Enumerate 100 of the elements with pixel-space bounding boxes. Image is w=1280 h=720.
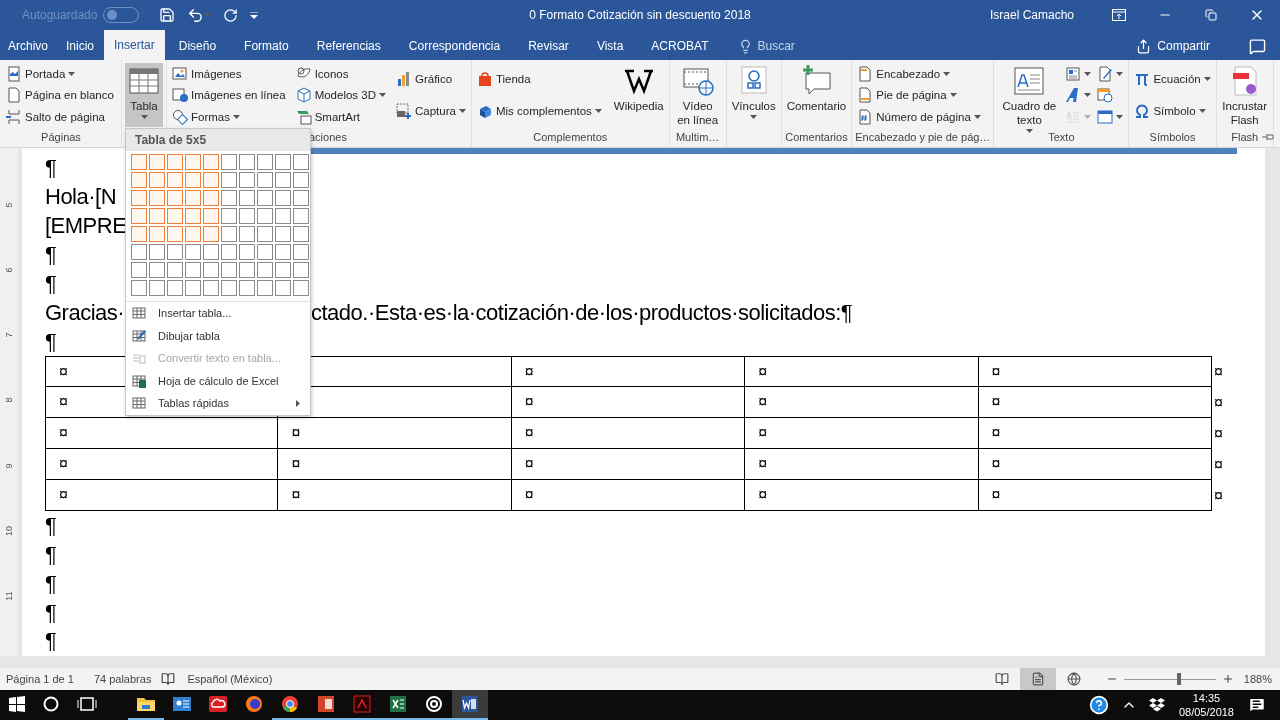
grid-cell[interactable] xyxy=(131,262,147,278)
grid-cell[interactable] xyxy=(203,244,219,260)
undo-button[interactable] xyxy=(187,6,212,24)
ribbon-large-button[interactable]: Tabla xyxy=(125,63,163,127)
ribbon-button[interactable]: Portada xyxy=(4,63,116,85)
grid-cell[interactable] xyxy=(257,208,273,224)
grid-cell[interactable] xyxy=(275,280,291,296)
grid-cell[interactable] xyxy=(167,154,183,170)
grid-cell[interactable] xyxy=(257,280,273,296)
grid-cell[interactable] xyxy=(167,244,183,260)
grid-cell[interactable] xyxy=(293,154,309,170)
redo-button[interactable] xyxy=(223,7,239,23)
grid-cell[interactable] xyxy=(293,244,309,260)
ribbon-tab[interactable]: Vista xyxy=(582,32,638,60)
ribbon-button[interactable]: Mis complementos xyxy=(474,100,604,122)
grid-cell[interactable] xyxy=(203,154,219,170)
grid-cell[interactable] xyxy=(149,154,165,170)
grid-cell[interactable] xyxy=(149,262,165,278)
ribbon-button[interactable]: Encabezado xyxy=(855,63,983,85)
grid-cell[interactable] xyxy=(257,244,273,260)
grid-cell[interactable] xyxy=(257,172,273,188)
customize-button[interactable] xyxy=(250,11,259,19)
ribbon-tab[interactable]: Referencias xyxy=(302,32,395,60)
ribbon-large-button[interactable]: Comentario xyxy=(784,63,849,127)
grid-cell[interactable] xyxy=(275,226,291,242)
grid-cell[interactable] xyxy=(239,280,255,296)
share-button[interactable]: Compartir xyxy=(1130,37,1216,55)
grid-cell[interactable] xyxy=(257,226,273,242)
grid-cell[interactable] xyxy=(167,226,183,242)
ribbon-tab[interactable]: Archivo xyxy=(0,32,56,60)
pin-icon[interactable] xyxy=(1262,133,1274,141)
menu-item[interactable]: Insertar tabla... xyxy=(126,302,310,325)
grid-cell[interactable] xyxy=(257,190,273,206)
grid-cell[interactable] xyxy=(293,262,309,278)
menu-item[interactable]: Dibujar tabla xyxy=(126,324,310,347)
grid-cell[interactable] xyxy=(203,280,219,296)
grid-cell[interactable] xyxy=(149,226,165,242)
clock[interactable]: 14:35 08/05/2018 xyxy=(1178,691,1234,719)
dropbox-icon[interactable] xyxy=(1148,698,1165,712)
ribbon-button[interactable]: Imágenes en línea xyxy=(170,84,288,106)
page-count[interactable]: Página 1 de 1 xyxy=(6,673,74,685)
ribbon-button[interactable]: Pie de página xyxy=(855,84,983,106)
proofing-icon[interactable] xyxy=(161,672,176,686)
grid-cell[interactable] xyxy=(239,262,255,278)
zoom-thumb[interactable] xyxy=(1177,673,1182,685)
grid-cell[interactable] xyxy=(221,262,237,278)
grid-cell[interactable] xyxy=(221,280,237,296)
grid-cell[interactable] xyxy=(293,226,309,242)
grid-cell[interactable] xyxy=(239,154,255,170)
ribbon-tab[interactable]: Formato xyxy=(230,32,303,60)
grid-cell[interactable] xyxy=(149,190,165,206)
grid-cell[interactable] xyxy=(131,244,147,260)
ribbon-tab[interactable]: Inicio xyxy=(56,32,105,60)
grid-cell[interactable] xyxy=(221,172,237,188)
grid-cell[interactable] xyxy=(257,154,273,170)
grid-cell[interactable] xyxy=(293,208,309,224)
ribbon-large-button[interactable]: Wikipedia xyxy=(611,63,666,127)
grid-cell[interactable] xyxy=(221,226,237,242)
ribbon-button[interactable]: Página en blanco xyxy=(4,84,116,106)
grid-cell[interactable] xyxy=(275,262,291,278)
ribbon-button[interactable]: SmartArt xyxy=(293,106,388,128)
ribbon-tab[interactable]: Revisar xyxy=(514,32,583,60)
grid-cell[interactable] xyxy=(185,190,201,206)
grid-cell[interactable] xyxy=(203,226,219,242)
grid-cell[interactable] xyxy=(221,208,237,224)
grid-cell[interactable] xyxy=(203,190,219,206)
grid-cell[interactable] xyxy=(293,280,309,296)
grid-cell[interactable] xyxy=(167,208,183,224)
ribbon-large-button[interactable]: Vínculos xyxy=(729,63,778,127)
word-count[interactable]: 74 palabras xyxy=(93,673,152,685)
grid-cell[interactable] xyxy=(131,190,147,206)
ribbon-tab[interactable]: Diseño xyxy=(164,32,231,60)
ribbon-button[interactable]: Imágenes xyxy=(170,63,288,85)
grid-cell[interactable] xyxy=(275,190,291,206)
grid-cell[interactable] xyxy=(257,262,273,278)
grid-cell[interactable] xyxy=(239,190,255,206)
grid-cell[interactable] xyxy=(203,208,219,224)
search-field[interactable]: Buscar xyxy=(738,32,795,60)
ribbon-button[interactable]: Modelos 3D xyxy=(293,84,388,106)
ribbon-tab[interactable]: Insertar xyxy=(104,30,165,60)
grid-cell[interactable] xyxy=(131,280,147,296)
grid-cell[interactable] xyxy=(203,262,219,278)
grid-cell[interactable] xyxy=(149,280,165,296)
grid-cell[interactable] xyxy=(167,280,183,296)
ribbon-tab[interactable]: Correspondencia xyxy=(394,32,515,60)
zoom-percent[interactable]: 188% xyxy=(1243,673,1272,685)
grid-cell[interactable] xyxy=(131,172,147,188)
grid-cell[interactable] xyxy=(167,190,183,206)
grid-cell[interactable] xyxy=(149,172,165,188)
ribbon-button[interactable]: Formas xyxy=(170,106,288,128)
ribbon-button[interactable]: Iconos xyxy=(293,63,388,85)
grid-cell[interactable] xyxy=(185,208,201,224)
grid-cell[interactable] xyxy=(185,226,201,242)
ribbon-large-button[interactable]: Vídeo en línea xyxy=(672,63,723,127)
grid-cell[interactable] xyxy=(131,154,147,170)
grid-cell[interactable] xyxy=(239,172,255,188)
grid-cell[interactable] xyxy=(167,262,183,278)
grid-cell[interactable] xyxy=(293,190,309,206)
grid-cell[interactable] xyxy=(131,208,147,224)
grid-cell[interactable] xyxy=(149,208,165,224)
